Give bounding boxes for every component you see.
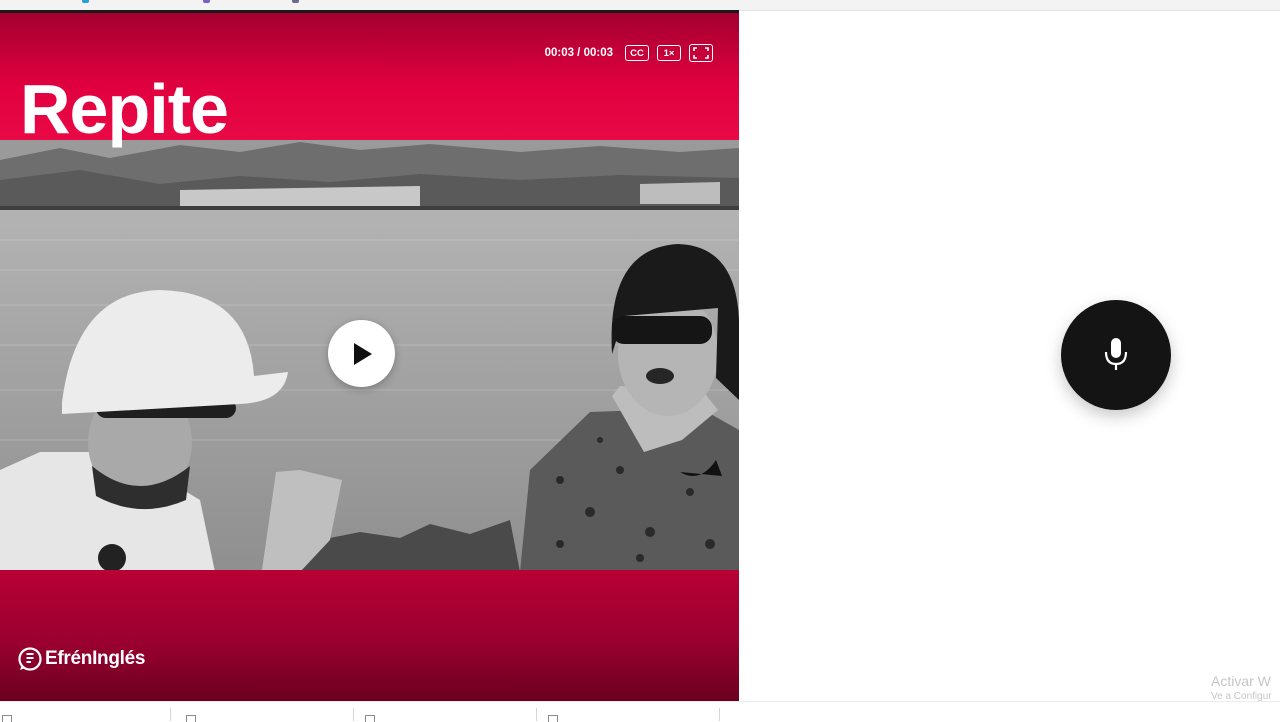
taskbar-separator [353, 708, 354, 721]
tab-color-marker [292, 0, 299, 3]
brand-name: EfrénInglés [45, 648, 146, 669]
microphone-button[interactable] [1061, 300, 1171, 410]
video-top-edge [0, 10, 739, 13]
fullscreen-button[interactable] [689, 44, 713, 62]
video-controls: 00:03 / 00:03 CC 1× [545, 44, 713, 62]
taskbar-separator [536, 708, 537, 721]
tab-color-marker [82, 0, 89, 3]
taskbar-separator [170, 708, 171, 721]
play-icon [353, 342, 372, 365]
activation-watermark: Activar W Ve a Configur [1211, 673, 1272, 702]
fullscreen-icon [693, 47, 709, 59]
microphone-icon [1104, 338, 1128, 370]
time-display: 00:03 / 00:03 [544, 47, 613, 59]
taskbar-item[interactable] [2, 715, 12, 722]
brand-logo: EfrénInglés [18, 647, 145, 671]
video-title: Repite [20, 70, 229, 148]
playback-speed-button[interactable]: 1× [657, 45, 681, 61]
video-player[interactable]: Repite 00:03 / 00:03 CC 1× EfrénInglés [0, 10, 739, 701]
taskbar-item[interactable] [365, 715, 375, 722]
taskbar-item[interactable] [548, 715, 558, 722]
play-button[interactable] [328, 320, 395, 387]
bottom-banner [0, 570, 739, 701]
watermark-line-1: Activar W [1211, 673, 1271, 689]
taskbar-separator [719, 708, 720, 721]
taskbar-strip [0, 701, 1280, 722]
brand-icon [18, 647, 42, 671]
tab-color-marker [203, 0, 210, 3]
taskbar-item[interactable] [186, 715, 196, 722]
captions-button[interactable]: CC [625, 45, 649, 61]
